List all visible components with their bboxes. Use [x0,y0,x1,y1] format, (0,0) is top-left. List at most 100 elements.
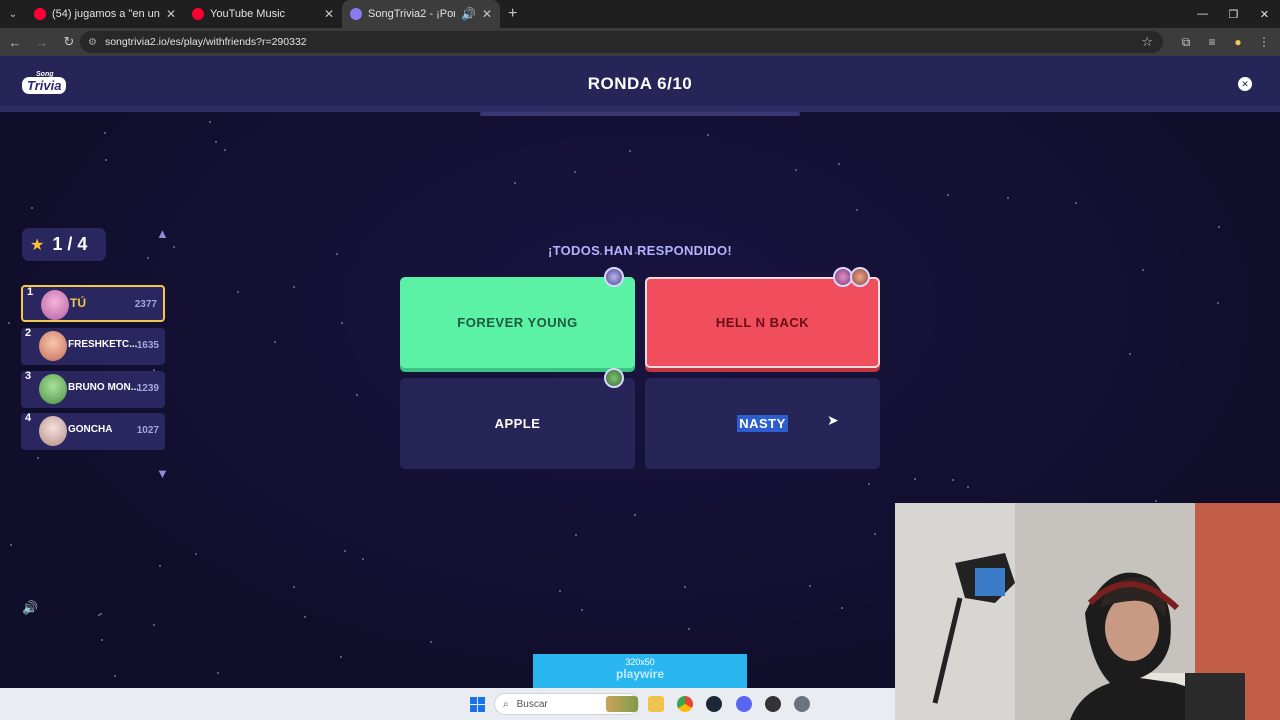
star-dot [293,286,295,288]
answer-option-3[interactable]: APPLE [400,378,635,469]
youtube-music-icon [192,8,204,20]
search-highlight-icon[interactable] [606,696,638,712]
player-avatar [39,416,67,446]
volume-icon[interactable]: 🔊 [22,600,38,616]
obs-icon[interactable] [765,696,781,712]
star-dot [914,478,916,480]
star-dot [159,565,161,567]
minimize-icon[interactable]: — [1187,0,1218,28]
close-game-icon[interactable]: ✕ [1238,77,1252,91]
address-bar[interactable]: ⚙ songtrivia2.io/es/play/withfriends?r=2… [80,31,1163,53]
url-text: songtrivia2.io/es/play/withfriends?r=290… [104,36,307,48]
star-dot [1155,500,1157,502]
star-dot [304,616,306,618]
star-dot [10,544,12,546]
profile-icon[interactable]: ● [1230,35,1246,49]
ad-brand-label: playwire [615,667,665,681]
discord-icon[interactable] [736,696,752,712]
scroll-up-icon[interactable]: ▲ [156,226,169,241]
leaderboard-row: 4 GONCHA 1027 [21,412,165,450]
star-dot [356,394,358,396]
back-icon[interactable]: ← [3,30,27,54]
settings-icon[interactable] [794,696,810,712]
close-window-icon[interactable]: ✕ [1249,0,1280,28]
scroll-down-icon[interactable]: ▼ [156,466,169,481]
ad-banner[interactable]: 320x50 playwire [533,654,747,688]
webcam-image [895,503,1280,720]
star-dot [215,141,217,143]
answer-option-1[interactable]: FOREVER YOUNG [400,277,635,368]
browser-toolbar: ← → ↻ ⚙ songtrivia2.io/es/play/withfrien… [0,28,1280,56]
star-dot [707,134,709,136]
player-avatar [39,331,67,361]
search-placeholder: Buscar [516,698,548,710]
star-dot [581,609,583,611]
star-dot [634,514,636,516]
star-dot [1218,226,1220,228]
site-info-icon[interactable]: ⚙ [88,37,97,48]
star-dot [98,614,100,616]
star-dot [217,672,219,674]
player-avatar [41,290,69,320]
songtrivia-icon [350,8,362,20]
answer-label: HELL N BACK [715,315,810,330]
leaderboard-row: 2 FRESHKETC... 1635 [21,327,165,365]
player-pick-avatar [850,267,870,287]
reload-icon[interactable]: ↻ [57,30,81,54]
star-dot [195,553,197,555]
new-tab-icon[interactable]: + [508,5,517,23]
tab-title: YouTube Music [210,8,286,20]
close-tab-icon[interactable]: ✕ [324,7,334,21]
restore-icon[interactable]: ❐ [1218,0,1249,28]
extension-icons: ⧉ ≡ ● ⋮ [1178,28,1272,56]
star-dot [362,558,364,560]
leaderboard-row: 3 BRUNO MON... 1239 [21,370,165,408]
menu-icon[interactable]: ⋮ [1256,35,1272,49]
tab-search-icon[interactable]: ⌄ [0,0,26,28]
star-dot [31,207,33,209]
star-dot [574,171,576,173]
bookmark-star-icon[interactable]: ☆ [1141,34,1153,50]
window-controls: — ❐ ✕ [1187,0,1280,28]
browser-tab-bar: ⌄ (54) jugamos a "en una nota" TI ✕ YouT… [0,0,1280,28]
star-dot [101,639,103,641]
answer-label: FOREVER YOUNG [457,315,578,330]
star-dot [874,533,876,535]
extensions-icon[interactable]: ⧉ [1178,35,1194,50]
star-dot [559,590,561,592]
star-dot [795,169,797,171]
chrome-icon[interactable] [677,696,693,712]
star-dot [514,182,516,184]
star-dot [274,341,276,343]
tab-title: SongTrivia2 - ¡Pon a prueba [368,8,455,20]
audio-icon[interactable]: 🔊 [461,7,476,21]
media-icon[interactable]: ≡ [1204,35,1220,49]
player-rank: 2 [25,327,32,339]
star-dot [114,675,116,677]
answer-option-4[interactable]: NASTY [645,378,880,469]
tab-youtube-video[interactable]: (54) jugamos a "en una nota" TI ✕ [26,0,184,28]
ad-size-label: 320x50 [625,657,655,667]
tab-youtube-music[interactable]: YouTube Music ✕ [184,0,342,28]
youtube-icon [34,8,46,20]
player-pick-avatar [604,368,624,388]
steam-icon[interactable] [706,696,722,712]
answer-label: NASTY [737,415,788,432]
star-dot [105,159,107,161]
star-dot [688,628,690,630]
answer-option-2[interactable]: HELL N BACK [645,277,880,368]
star-dot [344,550,346,552]
star-dot [341,322,343,324]
round-title: RONDA 6/10 [587,74,693,93]
file-explorer-icon[interactable] [648,696,664,712]
forward-icon[interactable]: → [30,30,54,54]
player-pick-avatar [604,267,624,287]
windows-start-icon[interactable] [470,697,485,712]
star-dot [947,194,949,196]
search-icon: ⌕ [503,698,509,710]
close-tab-icon[interactable]: ✕ [482,7,492,21]
star-dot [104,132,106,134]
close-tab-icon[interactable]: ✕ [166,7,176,21]
star-dot [1142,269,1144,271]
tab-songtrivia[interactable]: SongTrivia2 - ¡Pon a prueba 🔊 ✕ [342,0,500,28]
